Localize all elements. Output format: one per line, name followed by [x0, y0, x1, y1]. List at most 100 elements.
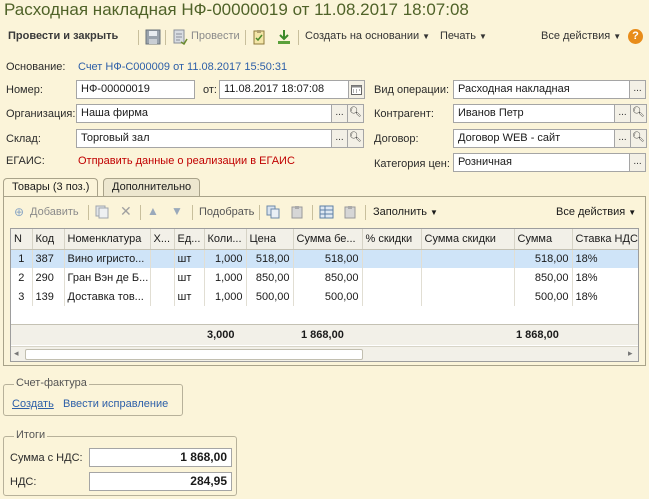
contract-field[interactable]: Договор WEB - сайт	[453, 129, 615, 148]
counterparty-select-button[interactable]: ...	[614, 104, 631, 123]
cell-sum[interactable]: 850,00	[514, 268, 573, 287]
all-actions-menu[interactable]: Все действия ▼	[541, 30, 621, 42]
column-header-x[interactable]: Х...	[150, 229, 175, 250]
cell-discount-sum[interactable]	[421, 249, 515, 268]
cell-code[interactable]: 290	[32, 268, 65, 287]
egais-send-link[interactable]: Отправить данные о реализации в ЕГАИС	[78, 155, 295, 167]
cell-sum[interactable]: 500,00	[514, 287, 573, 306]
clipboard-icon[interactable]	[343, 205, 358, 219]
cell-vat-rate[interactable]: 18%	[572, 287, 638, 306]
cell-sum-without-discount[interactable]: 518,00	[293, 249, 363, 268]
scrollbar-thumb[interactable]	[25, 349, 363, 360]
create-based-on-menu[interactable]: Создать на основании ▼	[305, 30, 430, 42]
goods-table[interactable]: N Код Номенклатура Х... Ед... Коли... Це…	[10, 228, 639, 362]
basis-link[interactable]: Счет НФ-С000009 от 11.08.2017 15:50:31	[78, 61, 287, 73]
move-up-icon[interactable]: ▲	[147, 204, 159, 218]
organization-open-button[interactable]: 🔍︎	[347, 104, 364, 123]
cell-price[interactable]: 850,00	[246, 268, 294, 287]
cell-nomenclature[interactable]: Доставка тов...	[64, 287, 151, 306]
cell-n[interactable]: 2	[11, 268, 33, 287]
cell-vat-rate[interactable]: 18%	[572, 268, 638, 287]
table-row[interactable]: 3 139 Доставка тов... шт 1,000 500,00 50…	[11, 287, 638, 306]
cell-n[interactable]: 1	[11, 249, 33, 268]
column-header-discount-sum[interactable]: Сумма скидки	[421, 229, 515, 250]
column-header-code[interactable]: Код	[32, 229, 65, 250]
post-button[interactable]: Провести	[191, 30, 240, 42]
fill-menu[interactable]: Заполнить ▼	[373, 206, 438, 218]
price-category-field[interactable]: Розничная	[453, 153, 630, 172]
column-header-sum-without-discount[interactable]: Сумма бе...	[293, 229, 363, 250]
warehouse-select-button[interactable]: ...	[331, 129, 348, 148]
operation-field[interactable]: Расходная накладная	[453, 80, 630, 99]
column-header-price[interactable]: Цена	[246, 229, 294, 250]
price-category-select-button[interactable]: ...	[629, 153, 646, 172]
cell-unit[interactable]: шт	[174, 249, 205, 268]
cell-n[interactable]: 3	[11, 287, 33, 306]
tab-additional[interactable]: Дополнительно	[103, 178, 201, 196]
cell-unit[interactable]: шт	[174, 287, 205, 306]
cell-unit[interactable]: шт	[174, 268, 205, 287]
table-row[interactable]: 2 290 Гран Вэн де Б... шт 1,000 850,00 8…	[11, 268, 638, 287]
paste-icon[interactable]	[290, 205, 305, 219]
cell-quantity[interactable]: 1,000	[204, 268, 247, 287]
calendar-button[interactable]	[348, 80, 365, 99]
cell-sum[interactable]: 518,00	[514, 249, 573, 268]
cell-nomenclature[interactable]: Вино игристо...	[64, 249, 151, 268]
organization-select-button[interactable]: ...	[331, 104, 348, 123]
delete-row-icon[interactable]: ✕	[120, 203, 132, 220]
cell-quantity[interactable]: 1,000	[204, 287, 247, 306]
post-document-icon[interactable]	[172, 29, 188, 45]
column-header-nomenclature[interactable]: Номенклатура	[64, 229, 151, 250]
print-menu[interactable]: Печать ▼	[440, 30, 487, 42]
scroll-left-icon[interactable]: ◂	[14, 348, 19, 359]
save-icon[interactable]	[145, 29, 161, 45]
grid-all-actions-menu[interactable]: Все действия ▼	[556, 206, 636, 218]
cell-x[interactable]	[150, 268, 175, 287]
table-settings-icon[interactable]	[319, 205, 334, 219]
contract-open-button[interactable]: 🔍︎	[630, 129, 647, 148]
date-field[interactable]: 11.08.2017 18:07:08	[219, 80, 349, 99]
help-icon[interactable]: ?	[628, 29, 643, 44]
copy-row-icon[interactable]	[95, 205, 109, 219]
tab-goods[interactable]: Товары (3 поз.)	[3, 178, 99, 197]
cell-price[interactable]: 518,00	[246, 249, 294, 268]
cell-discount-sum[interactable]	[421, 268, 515, 287]
warehouse-open-button[interactable]: 🔍︎	[347, 129, 364, 148]
cell-x[interactable]	[150, 249, 175, 268]
clipboard-check-icon[interactable]	[251, 29, 267, 45]
column-header-unit[interactable]: Ед...	[174, 229, 205, 250]
column-header-discount-percent[interactable]: % скидки	[362, 229, 422, 250]
table-row[interactable]: 1 387 Вино игристо... шт 1,000 518,00 51…	[11, 249, 638, 268]
download-arrow-icon[interactable]	[276, 29, 292, 45]
counterparty-field[interactable]: Иванов Петр	[453, 104, 615, 123]
cell-discount-percent[interactable]	[362, 268, 422, 287]
cell-discount-percent[interactable]	[362, 287, 422, 306]
column-header-sum[interactable]: Сумма	[514, 229, 573, 250]
cell-code[interactable]: 139	[32, 287, 65, 306]
cell-discount-sum[interactable]	[421, 287, 515, 306]
add-row-button[interactable]: Добавить	[30, 206, 79, 218]
warehouse-field[interactable]: Торговый зал	[76, 129, 332, 148]
enter-correction-link[interactable]: Ввести исправление	[63, 398, 168, 410]
contract-select-button[interactable]: ...	[614, 129, 631, 148]
horizontal-scrollbar[interactable]: ◂ ▸	[11, 346, 638, 361]
cell-sum-without-discount[interactable]: 500,00	[293, 287, 363, 306]
cell-price[interactable]: 500,00	[246, 287, 294, 306]
operation-select-button[interactable]: ...	[629, 80, 646, 99]
column-header-n[interactable]: N	[11, 229, 33, 250]
move-down-icon[interactable]: ▼	[171, 204, 183, 218]
create-invoice-link[interactable]: Создать	[12, 398, 54, 410]
cell-quantity[interactable]: 1,000	[204, 249, 247, 268]
organization-field[interactable]: Наша фирма	[76, 104, 332, 123]
column-header-quantity[interactable]: Коли...	[204, 229, 247, 250]
cell-nomenclature[interactable]: Гран Вэн де Б...	[64, 268, 151, 287]
post-and-close-button[interactable]: Провести и закрыть	[8, 30, 118, 42]
number-field[interactable]: НФ-00000019	[76, 80, 195, 99]
cell-sum-without-discount[interactable]: 850,00	[293, 268, 363, 287]
copy-icon[interactable]	[266, 205, 281, 219]
cell-code[interactable]: 387	[32, 249, 65, 268]
cell-x[interactable]	[150, 287, 175, 306]
pick-button[interactable]: Подобрать	[199, 206, 254, 218]
column-header-vat-rate[interactable]: Ставка НДС	[572, 229, 638, 250]
counterparty-open-button[interactable]: 🔍︎	[630, 104, 647, 123]
